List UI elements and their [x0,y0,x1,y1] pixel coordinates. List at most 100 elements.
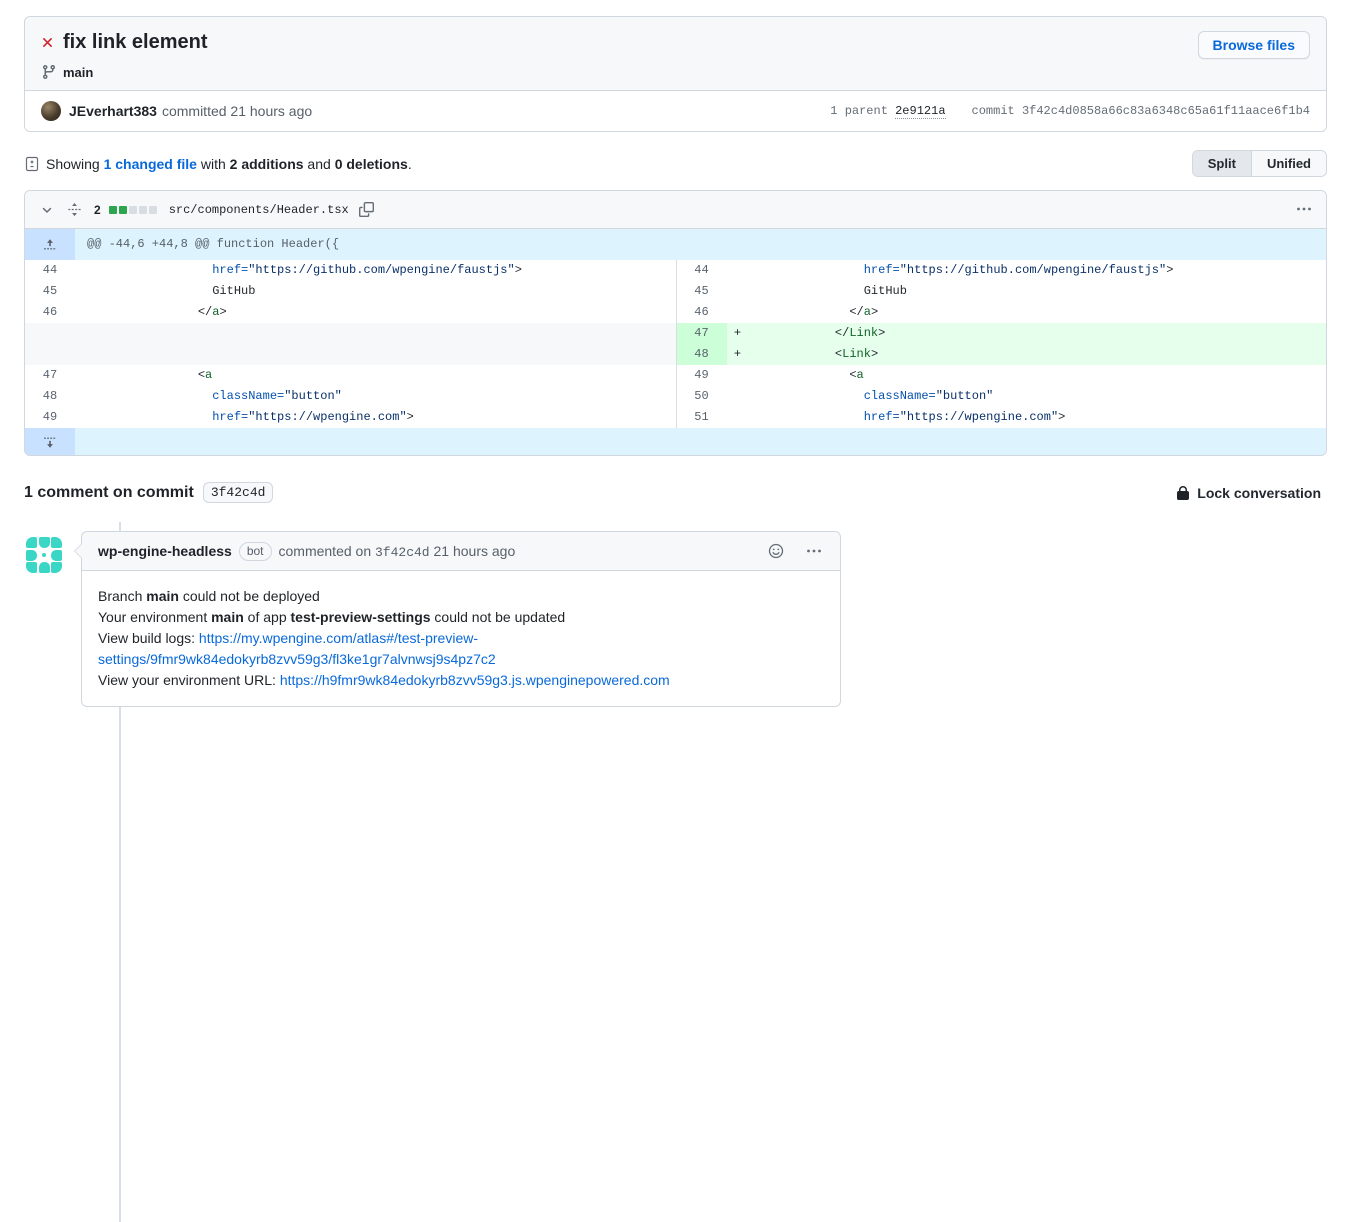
diff-line-number [25,323,75,344]
code-token: className= [864,389,936,403]
comment-body-line: Branch main could not be deployed [98,586,824,607]
inline-link[interactable]: https://h9fmr9wk84edokyrb8zvv59g3.js.wpe… [280,672,670,688]
add-reaction-smiley-icon[interactable] [766,541,786,561]
git-branch-icon [41,64,57,80]
code-token: </ [849,305,863,319]
comment-meta-prefix: commented on [279,543,376,559]
diff-line-number[interactable]: 49 [25,407,75,428]
diff-line-number[interactable]: 49 [677,365,727,386]
author-name-link[interactable]: JEverhart383 [69,103,157,119]
diff-line-number[interactable]: 47 [25,365,75,386]
diff-code: <a [749,365,1327,386]
text-segment: Showing [46,156,104,172]
comment-body: Branch main could not be deployedYour en… [82,571,840,706]
unified-view-button[interactable]: Unified [1251,151,1326,176]
diff-expander-row [25,428,1326,455]
diff-right-half: 50 className="button" [676,386,1327,407]
commit-meta-row: JEverhart383 committed 21 hours ago 1 pa… [25,91,1326,131]
collapse-file-chevron-icon[interactable] [37,200,57,220]
code-token: "https://github.com/wpengine/faustjs" [900,263,1166,277]
parent-sha-link[interactable]: 2e9121a [895,104,945,119]
diff-line-number[interactable]: 48 [25,386,75,407]
code-token: href= [212,263,248,277]
branch-name[interactable]: main [63,65,93,80]
comment-meta: commented on 3f42c4d 21 hours ago [279,543,516,560]
code-token: href= [212,410,248,424]
lock-icon [1175,485,1191,501]
file-options-kebab-icon[interactable] [1294,199,1314,219]
text-segment: Branch [98,588,146,604]
code-token: </ [835,326,849,340]
split-view-button[interactable]: Split [1193,151,1251,176]
expand-all-unfold-icon[interactable] [65,200,84,219]
comment-options-kebab-icon[interactable] [804,541,824,561]
branch-row: main [41,64,1310,80]
diff-line-number[interactable]: 47 [677,323,727,344]
text-segment: of app [244,609,291,625]
text-segment: main [146,588,179,604]
comment-author-link[interactable]: wp-engine-headless [98,543,232,559]
diff-table: @@ -44,6 +44,8 @@ function Header({44 hr… [25,229,1326,455]
failed-check-x-icon [41,36,54,49]
code-token: Link [849,326,878,340]
comment-meta-sha[interactable]: 3f42c4d [375,545,430,560]
diff-line-number [25,344,75,365]
code-token: GitHub [212,284,255,298]
diff-hunk-row: @@ -44,6 +44,8 @@ function Header({ [25,229,1326,260]
diff-view-toggle: Split Unified [1192,150,1327,177]
diff-line-row: 47 <a49 <a [25,365,1326,386]
browse-files-button[interactable]: Browse files [1198,31,1310,59]
diff-code [97,323,676,344]
code-token: GitHub [864,284,907,298]
diff-code: </Link> [749,323,1327,344]
diff-line-number[interactable]: 45 [677,281,727,302]
file-diff-icon [24,156,40,172]
text-segment: 2 additions [230,156,304,172]
code-token: "button" [936,389,994,403]
lock-conversation-label: Lock conversation [1197,485,1321,501]
commit-title: fix link element [63,31,208,54]
text-segment: test-preview-settings [291,609,431,625]
diff-line-row: 47+ </Link> [25,323,1326,344]
bot-avatar[interactable] [24,535,64,575]
diff-line-number[interactable]: 51 [677,407,727,428]
author-avatar[interactable] [41,101,61,121]
commit-header-box: fix link element Browse files main JEver… [24,16,1327,132]
commit-sha-group: commit 3f42c4d0858a66c83a6348c65a61f11aa… [972,104,1310,118]
diff-code: href="https://github.com/wpengine/faustj… [749,260,1327,281]
inline-link[interactable]: 1 changed file [104,156,197,172]
diff-marker [727,260,749,281]
diff-code: </a> [749,302,1327,323]
copy-path-icon[interactable] [357,200,376,219]
code-token: > [219,305,226,319]
diff-code: className="button" [749,386,1327,407]
diff-line-number[interactable]: 44 [25,260,75,281]
diff-left-half: 48 className="button" [25,386,676,407]
code-token: > [1058,410,1065,424]
comment-card-header: wp-engine-headless bot commented on 3f42… [82,532,840,571]
diff-line-number[interactable]: 48 [677,344,727,365]
diff-left-half: 45 GitHub [25,281,676,302]
expand-up-icon[interactable] [25,229,75,260]
text-segment: main [211,609,244,625]
code-token: a [864,305,871,319]
text-segment: and [304,156,335,172]
expand-down-icon[interactable] [25,428,75,455]
diff-line-number[interactable]: 45 [25,281,75,302]
diff-line-number[interactable]: 50 [677,386,727,407]
code-token: < [849,368,856,382]
diff-line-number[interactable]: 46 [677,302,727,323]
diff-line-number[interactable]: 44 [677,260,727,281]
code-token: > [871,347,878,361]
lock-conversation-button[interactable]: Lock conversation [1169,484,1327,502]
text-segment: 0 deletions [335,156,408,172]
code-token: </ [198,305,212,319]
bot-badge: bot [239,542,272,561]
code-token: className= [212,389,284,403]
diff-marker [727,365,749,386]
code-token: > [871,305,878,319]
file-path[interactable]: src/components/Header.tsx [169,203,349,217]
diffstat-neutral-square [129,206,137,214]
diff-line-number[interactable]: 46 [25,302,75,323]
comments-heading: 1 comment on commit 3f42c4d [24,482,273,503]
